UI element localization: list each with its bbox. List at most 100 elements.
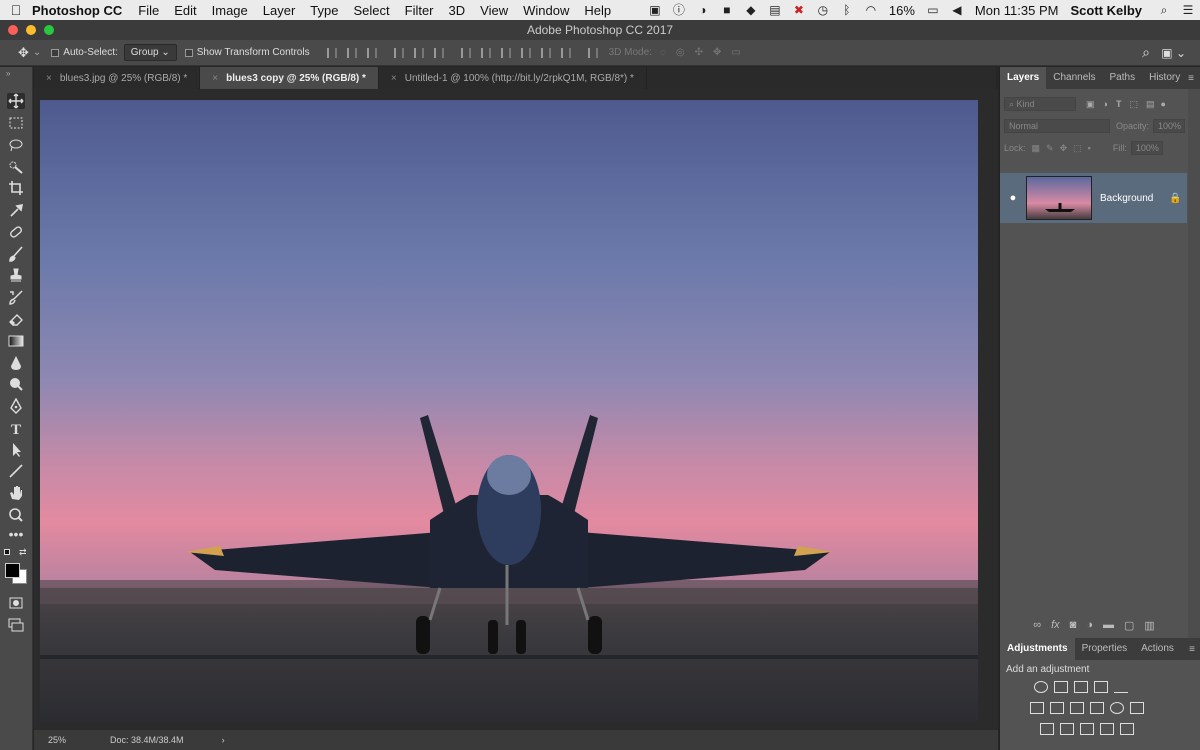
collapse-panel-icon[interactable]: »	[6, 69, 10, 78]
gradient-tool-icon[interactable]	[7, 333, 25, 349]
default-colors-icon[interactable]	[4, 549, 10, 555]
hue-saturation-icon[interactable]	[1030, 702, 1044, 714]
minimize-window-button[interactable]	[26, 25, 36, 35]
tab-adjustments[interactable]: Adjustments	[1000, 638, 1075, 660]
app-menu[interactable]: Photoshop CC	[32, 3, 122, 18]
document-canvas[interactable]	[34, 89, 998, 730]
menu-3d[interactable]: 3D	[449, 3, 466, 18]
history-brush-tool-icon[interactable]	[7, 289, 25, 305]
add-mask-icon[interactable]: ◙	[1070, 619, 1077, 631]
swap-colors-icon[interactable]: ⇄	[19, 547, 27, 558]
move-tool-preset-icon[interactable]: ✥	[18, 45, 29, 61]
menu-layer[interactable]: Layer	[263, 3, 296, 18]
menu-file[interactable]: File	[138, 3, 159, 18]
distribute-hcenter-icon[interactable]	[540, 47, 551, 58]
layers-scrollbar[interactable]	[1188, 89, 1200, 639]
pen-tool-icon[interactable]	[7, 397, 25, 414]
exposure-icon[interactable]	[1094, 681, 1108, 693]
distribute-top-icon[interactable]	[460, 47, 471, 58]
menu-select[interactable]: Select	[353, 3, 389, 18]
new-group-icon[interactable]: ▬	[1103, 619, 1114, 631]
hand-tool-icon[interactable]	[7, 485, 25, 501]
align-right-icon[interactable]	[433, 47, 444, 58]
move-tool-icon[interactable]	[7, 93, 25, 109]
menu-view[interactable]: View	[480, 3, 508, 18]
show-transform-checkbox[interactable]	[184, 48, 193, 57]
camera-icon[interactable]: ▣	[648, 4, 662, 16]
battery-percent[interactable]: 16%	[889, 3, 915, 18]
threshold-icon[interactable]	[1080, 723, 1094, 735]
fill-field[interactable]: 100%	[1130, 141, 1163, 155]
path-selection-tool-icon[interactable]	[7, 442, 25, 458]
volume-icon[interactable]: ◀	[950, 4, 964, 16]
canvas-image[interactable]	[40, 100, 978, 722]
more-tools-icon[interactable]: •••	[7, 527, 25, 545]
menu-filter[interactable]: Filter	[405, 3, 434, 18]
clone-stamp-tool-icon[interactable]	[7, 267, 25, 283]
photo-filter-icon[interactable]	[1090, 702, 1104, 714]
time-machine-icon[interactable]: ◷	[816, 4, 830, 16]
lock-position-icon[interactable]: ✥	[1060, 143, 1068, 154]
user-menu[interactable]: Scott Kelby	[1070, 3, 1142, 18]
channel-mixer-icon[interactable]	[1110, 702, 1124, 714]
gradient-map-icon[interactable]	[1100, 723, 1114, 735]
filter-toggle-icon[interactable]: ●	[1160, 99, 1165, 109]
distribute-left-icon[interactable]	[520, 47, 531, 58]
layer-style-icon[interactable]: fx	[1051, 619, 1060, 631]
align-left-icon[interactable]	[393, 47, 404, 58]
bluetooth-icon[interactable]: ᛒ	[840, 4, 854, 16]
opacity-field[interactable]: 100%	[1153, 119, 1186, 133]
link-layers-icon[interactable]: ∞	[1033, 619, 1041, 631]
layer-name[interactable]: Background	[1100, 193, 1169, 204]
dodge-tool-icon[interactable]	[7, 376, 25, 392]
close-tab-icon[interactable]: ×	[46, 73, 52, 84]
chevron-down-icon[interactable]: ⌄	[33, 47, 41, 58]
filter-kind-dropdown[interactable]: ⌕ Kind	[1004, 97, 1076, 111]
zoom-level[interactable]: 25%	[48, 735, 66, 745]
sync-icon[interactable]: ◑	[696, 4, 710, 16]
battery-icon[interactable]: ▭	[926, 4, 940, 16]
3d-scale-icon[interactable]: ▭	[731, 47, 740, 58]
lock-image-icon[interactable]: ✎	[1046, 143, 1054, 154]
3d-pan-icon[interactable]: ✣	[695, 47, 703, 58]
auto-select-checkbox[interactable]	[51, 48, 60, 57]
color-balance-icon[interactable]	[1050, 702, 1064, 714]
marquee-tool-icon[interactable]	[7, 115, 25, 131]
black-white-icon[interactable]	[1070, 702, 1084, 714]
notification-center-icon[interactable]: ☰	[1181, 4, 1195, 16]
quick-mask-icon[interactable]	[7, 595, 25, 611]
lock-artboard-icon[interactable]: ⬚	[1073, 143, 1082, 154]
filter-adjustment-icon[interactable]: ◑	[1103, 99, 1108, 109]
tab-properties[interactable]: Properties	[1075, 638, 1135, 660]
panel-menu-icon[interactable]: ≡	[1189, 644, 1195, 655]
tab-channels[interactable]: Channels	[1046, 67, 1102, 89]
workspace-switcher-icon[interactable]: ▣ ⌄	[1161, 46, 1186, 60]
lock-all-icon[interactable]: ▪	[1088, 143, 1091, 153]
zoom-tool-icon[interactable]	[7, 507, 25, 523]
blur-tool-icon[interactable]	[7, 355, 25, 371]
tab-actions[interactable]: Actions	[1134, 638, 1181, 660]
spotlight-search-icon[interactable]: ⌕	[1157, 4, 1171, 16]
distribute-bottom-icon[interactable]	[500, 47, 511, 58]
align-bottom-icon[interactable]	[366, 47, 377, 58]
color-lookup-icon[interactable]	[1130, 702, 1144, 714]
clock[interactable]: Mon 11:35 PM	[975, 3, 1059, 18]
search-icon[interactable]: ⌕	[1142, 44, 1150, 61]
selective-color-icon[interactable]	[1120, 723, 1134, 735]
quick-selection-tool-icon[interactable]	[7, 159, 25, 175]
tab-untitled-1[interactable]: × Untitled-1 @ 100% (http://bit.ly/2rpkQ…	[379, 67, 647, 89]
filter-shape-icon[interactable]: ⬚	[1129, 99, 1138, 110]
distribute-vcenter-icon[interactable]	[480, 47, 491, 58]
curves-icon[interactable]	[1074, 681, 1088, 693]
tab-blues3-copy[interactable]: × blues3 copy @ 25% (RGB/8) *	[200, 67, 379, 89]
crop-tool-icon[interactable]	[7, 180, 25, 196]
lock-transparent-icon[interactable]: ▦	[1032, 143, 1041, 154]
status-menu-arrow[interactable]: ›	[222, 735, 225, 745]
lasso-tool-icon[interactable]	[7, 137, 25, 153]
close-tab-icon[interactable]: ×	[212, 73, 218, 84]
dropbox-icon[interactable]: ◆	[744, 4, 758, 16]
blocked-icon[interactable]: ✖	[792, 4, 806, 16]
menu-edit[interactable]: Edit	[174, 3, 196, 18]
notes-icon[interactable]: ▤	[768, 4, 782, 16]
menu-window[interactable]: Window	[523, 3, 569, 18]
